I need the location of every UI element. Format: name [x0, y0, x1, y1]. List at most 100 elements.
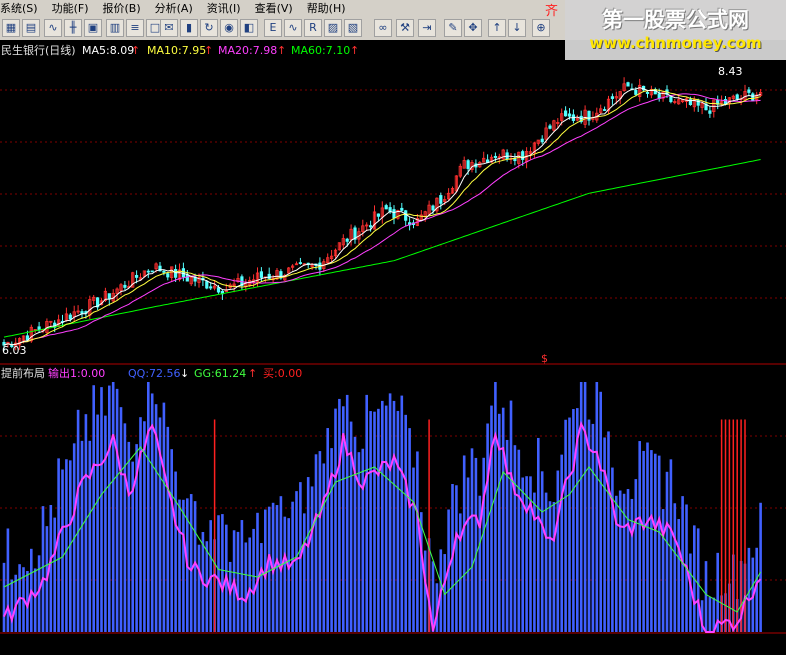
qq-bar — [127, 441, 131, 632]
ma60-label: MA60:7.10 — [291, 44, 350, 57]
qq-bar — [174, 471, 177, 632]
qq-bar — [189, 494, 193, 632]
qq-bar — [84, 414, 88, 632]
qq-bar — [53, 517, 56, 632]
qq-bar — [314, 454, 318, 632]
qq-bar — [377, 408, 380, 632]
qq-bar — [248, 537, 251, 632]
qq-bar — [57, 458, 60, 632]
qq-bar — [80, 440, 84, 632]
qq-bar — [618, 490, 622, 632]
qq-bar — [455, 485, 458, 632]
gg-value: 61.24 — [215, 367, 247, 380]
candle-body — [368, 225, 373, 228]
qq-bar — [260, 543, 263, 632]
qq-bar — [646, 442, 649, 632]
candle-body — [181, 268, 185, 278]
qq-bar — [65, 459, 68, 632]
candle-body — [185, 274, 189, 282]
qq-bar — [466, 477, 470, 632]
candle-body — [123, 284, 127, 288]
ma20-value: 7.98 — [253, 44, 278, 57]
qq-bar — [486, 423, 489, 632]
qq-bar — [334, 408, 337, 632]
qq-bar — [182, 499, 185, 632]
candle-body — [634, 89, 638, 95]
qq-bar — [482, 457, 485, 632]
qq-bar — [373, 411, 376, 632]
qq-bar — [197, 544, 201, 632]
qq-bar — [587, 419, 591, 632]
candle-body — [68, 314, 72, 320]
qq-bar — [252, 528, 255, 632]
qq-bar — [217, 515, 220, 632]
qq-bar — [221, 514, 224, 632]
qq-bar — [642, 450, 645, 632]
qq-bar — [396, 410, 400, 632]
qq-bar — [654, 453, 657, 632]
candle-body — [384, 205, 388, 210]
qq-bar — [119, 407, 123, 632]
qq-bar — [338, 398, 341, 632]
qq-bar — [583, 382, 587, 632]
output-label: 输出1:0.00 — [48, 366, 105, 380]
candle-body — [205, 281, 209, 289]
qq-bar — [548, 501, 552, 632]
qq-value: 72.56 — [149, 367, 181, 380]
candle-body — [298, 262, 303, 264]
qq-bar — [490, 405, 493, 632]
qq-bar — [759, 502, 762, 632]
candle-body — [567, 113, 572, 117]
qq-bar — [501, 407, 505, 632]
qq-bar — [696, 528, 700, 632]
qq-bar — [170, 449, 173, 632]
candle-body — [587, 110, 591, 121]
qq-bar — [673, 503, 677, 632]
candle-body — [345, 238, 349, 242]
qq-bar — [147, 382, 150, 632]
qq-bar — [459, 513, 462, 632]
qq-bar — [634, 479, 638, 632]
candle-body — [669, 96, 673, 103]
qq-bar — [61, 469, 64, 632]
qq-bar — [244, 542, 248, 632]
chart-area: 民生银行(日线) MA5:8.09 MA10:7.95 MA20:7.98 MA… — [0, 40, 786, 655]
qq-bar — [638, 441, 641, 632]
qq-bar — [474, 457, 478, 632]
low-price-label: 6.03 — [2, 344, 27, 357]
qq-bar — [310, 486, 314, 632]
qq-bar — [462, 455, 466, 632]
qq-bar — [603, 437, 606, 632]
qq-bar — [88, 440, 92, 632]
buy-value: 0.00 — [278, 367, 303, 380]
qq-bar — [630, 498, 634, 632]
qq-bar — [607, 431, 610, 632]
qq-bar — [345, 394, 349, 632]
qq-bar — [595, 382, 599, 632]
candle-body — [513, 158, 517, 162]
qq-bar — [256, 512, 259, 632]
candle-body — [80, 311, 84, 314]
qq-bar — [509, 400, 513, 632]
qq-bar — [513, 445, 517, 632]
qq-bar — [100, 387, 103, 632]
qq-bar — [400, 395, 404, 632]
candle-body — [216, 287, 221, 293]
qq-bar — [470, 448, 474, 632]
qq-bar — [540, 471, 544, 632]
ma20-label: MA20:7.98 — [218, 44, 277, 57]
ma60-value: 7.10 — [326, 44, 351, 57]
candle-body — [173, 269, 178, 278]
qq-bar — [275, 505, 279, 632]
candle-body — [166, 273, 170, 278]
qq-bar — [283, 516, 287, 632]
qq-bar — [579, 382, 583, 632]
candle-body — [493, 155, 498, 158]
gg-label: GG:61.24 — [194, 367, 246, 380]
qq-bar — [139, 417, 142, 632]
ma5-label: MA5:8.09 — [82, 44, 134, 57]
candle-body — [610, 96, 615, 99]
qq-bar — [388, 393, 392, 632]
candle-body — [603, 109, 607, 111]
qq-bar — [544, 492, 548, 632]
